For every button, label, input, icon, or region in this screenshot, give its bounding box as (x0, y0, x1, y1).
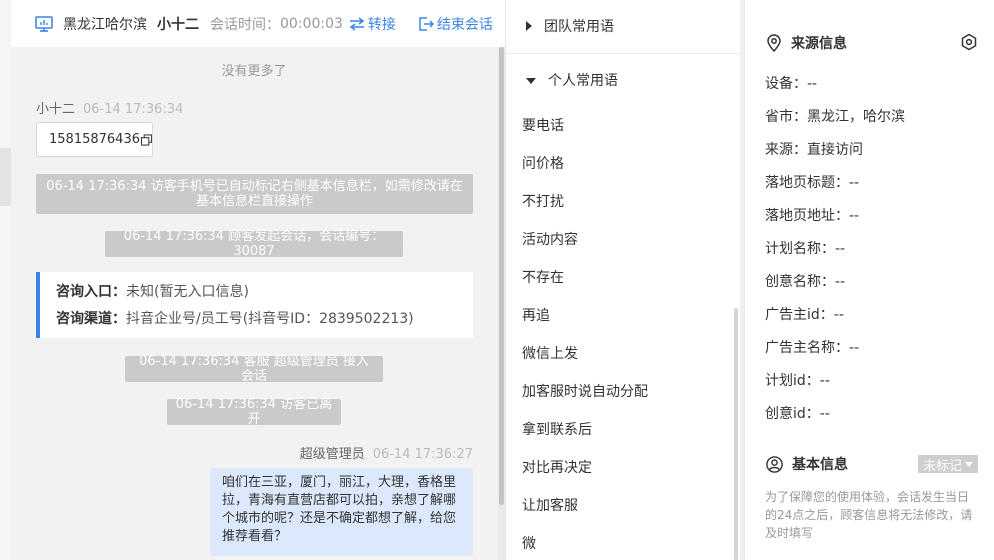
transfer-button[interactable]: 转接 (349, 14, 396, 34)
visitor-info-panel: 来源信息 设备：-- 省市：黑龙江，哈尔滨 来源：直接访问 落地页标题：-- 落… (744, 0, 994, 560)
phrase-item[interactable]: 微 (522, 533, 536, 553)
phrase-item[interactable]: 加客服时说自动分配 (522, 381, 648, 401)
source-info-label: 来源信息 (791, 36, 847, 52)
chat-header: 黑龙江哈尔滨 小十二 会话时间： 00:00:03 转接 结束会话 (11, 0, 505, 47)
end-session-label: 结束会话 (436, 16, 493, 33)
inquiry-channel-value: 抖音企业号/员工号(抖音号ID：2839502213) (126, 311, 414, 327)
source-info-title: 来源信息 (766, 33, 847, 53)
user-circle-icon (766, 455, 783, 473)
monitor-icon (35, 15, 53, 32)
session-time-value: 00:00:03 (280, 15, 343, 32)
team-phrases-group[interactable]: 团队常用语 (506, 0, 740, 52)
source-row-landing-title: 落地页标题：-- (765, 175, 860, 191)
nav-strip-highlight[interactable] (0, 148, 11, 206)
inquiry-card: 咨询入口：未知(暂无入口信息) 咨询渠道：抖音企业号/员工号(抖音号ID：283… (36, 272, 473, 338)
message-list: 没有更多了 小十二 06-14 17:36:34 15815876436 06-1… (11, 47, 505, 560)
system-note: 06-14 17:36:34 客服 超级管理员 接入会话 (125, 354, 383, 384)
visitor-message-bubble: 15815876436 (36, 122, 153, 157)
phrase-item[interactable]: 再追 (522, 305, 550, 325)
phrase-item[interactable]: 问价格 (522, 153, 564, 173)
source-row-device: 设备：-- (765, 76, 818, 92)
inquiry-entry-value: 未知(暂无入口信息) (126, 284, 249, 300)
agent-message-time: 06-14 17:36:27 (372, 447, 473, 462)
team-phrases-label: 团队常用语 (544, 19, 614, 35)
visitor-message-meta: 小十二 06-14 17:36:34 (36, 98, 183, 117)
target-icon[interactable] (960, 33, 978, 51)
personal-phrases-label: 个人常用语 (548, 73, 618, 89)
phrase-item[interactable]: 微信上发 (522, 343, 578, 363)
quick-phrases-panel: 团队常用语 要电话 问价格 不打扰 活动内容 不存在 再追 微信上发 加客服时说… (505, 0, 740, 560)
left-nav-strip (0, 0, 11, 560)
source-row-advertiser-name: 广告主名称：-- (765, 340, 860, 356)
chat-workspace: 黑龙江哈尔滨 小十二 会话时间： 00:00:03 转接 结束会话 没有更多了 (0, 0, 994, 560)
location-pin-icon (767, 34, 781, 52)
phrase-item[interactable]: 让加客服 (522, 495, 578, 515)
visitor-message-sender: 小十二 (36, 102, 76, 117)
inquiry-entry-label: 咨询入口： (56, 284, 126, 300)
end-session-button[interactable]: 结束会话 (419, 14, 493, 34)
phrase-item[interactable]: 拿到联系后 (522, 419, 592, 439)
basic-info-label: 基本信息 (792, 457, 848, 473)
phrase-item[interactable]: 活动内容 (522, 229, 578, 249)
source-row-creative-name: 创意名称：-- (765, 274, 846, 290)
caret-down-icon (526, 78, 536, 84)
chat-scrollbar-thumb[interactable] (499, 47, 504, 505)
copy-icon[interactable] (140, 133, 152, 146)
source-row-creative-id: 创意id：-- (765, 406, 830, 422)
source-row-origin: 来源：直接访问 (765, 142, 863, 158)
phrase-item[interactable]: 不打扰 (522, 191, 564, 211)
no-more-label: 没有更多了 (221, 64, 287, 79)
personal-phrases-group[interactable]: 个人常用语 (506, 56, 740, 104)
caret-right-icon (526, 21, 532, 31)
agent-message-bubble: 咱们在三亚，厦门，丽江，大理，香格里拉，青海有直营店都可以拍，亲想了解哪个城市的… (210, 468, 473, 556)
edit-notice: 为了保障您的使用体验，会话发生当日的24点之后，顾客信息将无法修改，请及时填写 (765, 490, 973, 540)
agent-message-meta: 超级管理员 06-14 17:36:27 (300, 443, 473, 462)
visitor-name: 小十二 (157, 16, 199, 33)
source-row-plan-id: 计划id：-- (765, 373, 830, 389)
tag-dropdown[interactable]: 未标记 (918, 455, 978, 474)
transfer-icon (349, 16, 365, 31)
basic-info-title: 基本信息 (766, 454, 848, 474)
inquiry-channel-row: 咨询渠道：抖音企业号/员工号(抖音号ID：2839502213) (56, 310, 473, 337)
chat-panel: 黑龙江哈尔滨 小十二 会话时间： 00:00:03 转接 结束会话 没有更多了 (11, 0, 505, 560)
source-row-plan-name: 计划名称：-- (765, 241, 846, 257)
system-note: 06-14 17:36:34 顾客发起会话，会话编号：30087 (105, 229, 403, 259)
system-note: 06-14 17:36:34 访客已离开 (167, 397, 341, 427)
session-time-label: 会话时间： (210, 16, 280, 33)
phrase-item[interactable]: 对比再决定 (522, 457, 592, 477)
caret-down-icon (965, 461, 973, 467)
system-note: 06-14 17:36:34 访客手机号已自动标记右侧基本信息栏，如需修改请在基… (36, 174, 473, 214)
visitor-location: 黑龙江哈尔滨 (63, 16, 147, 33)
transfer-label: 转接 (367, 16, 396, 33)
agent-message-sender: 超级管理员 (299, 447, 365, 462)
exit-icon (419, 16, 434, 31)
inquiry-entry-row: 咨询入口：未知(暂无入口信息) (56, 283, 473, 310)
visitor-message-text: 15815876436 (49, 132, 140, 147)
source-row-advertiser-id: 广告主id：-- (765, 307, 844, 323)
divider (506, 53, 740, 54)
phrase-item[interactable]: 要电话 (522, 115, 564, 135)
visitor-message-time: 06-14 17:36:34 (83, 102, 184, 117)
source-row-province: 省市：黑龙江，哈尔滨 (765, 109, 905, 125)
tag-dropdown-label: 未标记 (922, 458, 962, 474)
source-row-landing-url: 落地页地址：-- (765, 208, 860, 224)
personal-phrases-list: 要电话 问价格 不打扰 活动内容 不存在 再追 微信上发 加客服时说自动分配 拿… (506, 80, 740, 560)
inquiry-channel-label: 咨询渠道： (56, 311, 126, 327)
chat-scrollbar[interactable] (498, 47, 505, 560)
phrases-scrollbar[interactable] (734, 308, 738, 560)
phrase-item[interactable]: 不存在 (522, 267, 564, 287)
